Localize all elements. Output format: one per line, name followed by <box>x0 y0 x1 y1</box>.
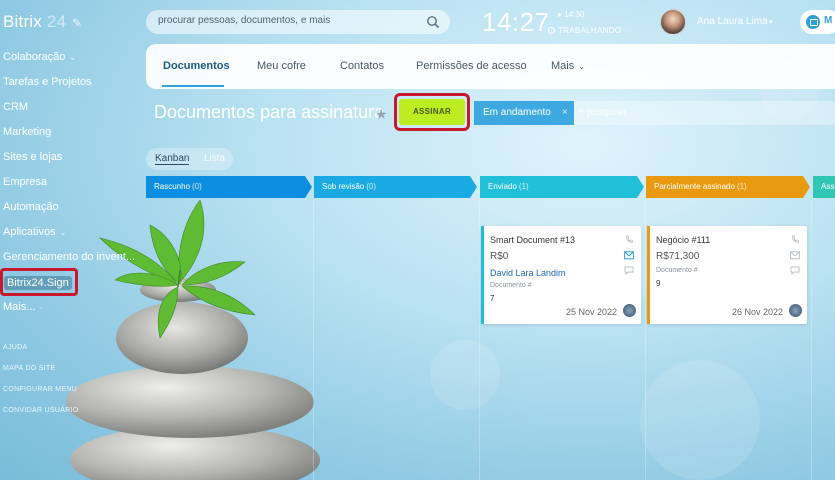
chat-icon[interactable] <box>624 266 634 275</box>
invite-user-link[interactable]: CONVIDAR USUÁRIO <box>3 407 79 414</box>
search-input[interactable] <box>158 15 418 26</box>
documents-tabs: Documentos Meu cofre Contatos Permissões… <box>146 44 835 89</box>
phone-icon[interactable] <box>624 235 634 244</box>
background-bokeh <box>640 360 760 480</box>
chevron-down-icon[interactable]: ▾ <box>769 18 773 26</box>
column-divider <box>479 200 480 480</box>
card-accent-bar <box>481 226 484 324</box>
left-sidebar: Bitrix 24 ✎ Colaboração ⌄ Tarefas e Proje… <box>0 0 140 480</box>
sidebar-more[interactable]: Mais... - <box>3 301 42 313</box>
page-title: Documentos para assinatura <box>154 102 385 122</box>
search-icon[interactable] <box>426 15 440 29</box>
filter-chip-em-andamento[interactable]: Em andamento × <box>474 101 574 125</box>
sidebar-item-aplicativos[interactable]: Aplicativos ⌄ <box>3 226 66 238</box>
sign-button[interactable]: ASSINAR <box>399 99 465 125</box>
column-divider <box>645 200 646 480</box>
stage-sob-revisao[interactable]: Sob revisão (0) <box>314 176 477 198</box>
tab-contatos[interactable]: Contatos <box>340 60 384 72</box>
avatar[interactable] <box>623 304 636 317</box>
avatar[interactable] <box>789 304 802 317</box>
card-amount: R$71,300 <box>656 251 700 262</box>
tab-permissoes[interactable]: Permissões de acesso <box>416 60 527 72</box>
column-divider <box>313 200 314 480</box>
sidebar-item-inventario[interactable]: Gerenciamento do invent... <box>3 251 135 263</box>
sidebar-item-crm[interactable]: CRM <box>3 101 28 113</box>
chat-icon[interactable] <box>790 266 800 275</box>
stage-assinado[interactable]: Assi <box>813 176 835 198</box>
filter-search-input[interactable]: + pesquisa <box>578 107 627 118</box>
close-icon[interactable]: × <box>562 101 568 125</box>
app-logo[interactable]: Bitrix 24 <box>3 12 66 32</box>
card-date: 25 Nov 2022 <box>565 307 617 317</box>
mail-icon[interactable] <box>790 251 800 260</box>
messenger-button[interactable]: M <box>800 10 835 34</box>
global-search[interactable] <box>146 10 450 34</box>
card-date: 26 Nov 2022 <box>731 307 783 317</box>
configure-menu-link[interactable]: CONFIGURAR MENU <box>3 386 77 393</box>
sidebar-item-sites[interactable]: Sites e lojas <box>3 151 62 163</box>
help-link[interactable]: AJUDA <box>3 344 27 351</box>
avatar[interactable] <box>660 9 686 35</box>
card-accent-bar <box>647 226 650 324</box>
edit-logo-icon[interactable]: ✎ <box>72 16 82 30</box>
column-divider <box>811 200 812 480</box>
chevron-down-icon: ⌄ <box>59 228 67 237</box>
card-person-link[interactable]: David Lara Landim <box>490 268 566 278</box>
active-tab-underline <box>162 85 224 87</box>
view-list[interactable]: Lista <box>204 153 225 164</box>
tab-documentos[interactable]: Documentos <box>163 60 230 72</box>
kanban-card-smart-document[interactable]: Smart Document #13 R$0 David Lara Landim… <box>481 226 641 324</box>
sidebar-item-empresa[interactable]: Empresa <box>3 176 47 188</box>
card-title[interactable]: Negócio #111 <box>656 235 710 245</box>
view-kanban[interactable]: Kanban <box>155 153 190 165</box>
clock-time: 14:27 <box>482 7 550 37</box>
clock-small-time: ▸ 14:30 <box>558 10 585 19</box>
sidebar-item-tarefas[interactable]: Tarefas e Projetos <box>3 76 92 88</box>
card-amount: R$0 <box>490 251 509 262</box>
clock-icon <box>548 27 555 34</box>
chevron-down-icon: ⌄ <box>578 62 585 71</box>
card-doc-label: Documento # <box>490 282 532 289</box>
background-bokeh <box>430 340 500 410</box>
kanban-card-negocio[interactable]: Negócio #111 R$71,300 Documento # 9 26 N… <box>647 226 807 324</box>
filter-search-box[interactable]: Em andamento × + pesquisa <box>474 101 835 125</box>
sidebar-item-bitrix24-sign[interactable]: Bitrix24.Sign <box>4 276 72 290</box>
chevron-down-icon: ⌄ <box>69 53 77 62</box>
sitemap-link[interactable]: MAPA DO SITE <box>3 365 55 372</box>
card-doc-number: 9 <box>656 279 661 288</box>
card-title[interactable]: Smart Document #13 <box>490 235 575 245</box>
messenger-icon <box>806 15 820 29</box>
stage-rascunho[interactable]: Rascunho (0) <box>146 176 312 198</box>
mail-icon[interactable] <box>624 251 634 260</box>
phone-icon[interactable] <box>790 235 800 244</box>
view-toggle: Kanban Lista <box>146 148 233 170</box>
star-icon[interactable]: ★ <box>375 106 388 123</box>
user-name[interactable]: Ana Laura Lima <box>697 16 768 27</box>
tab-meu-cofre[interactable]: Meu cofre <box>257 60 306 72</box>
stage-parcialmente-assinado[interactable]: Parcialmente assinado (1) <box>646 176 810 198</box>
work-status[interactable]: TRABALHANDO <box>548 26 621 35</box>
card-doc-label: Documento # <box>656 267 698 274</box>
sidebar-item-marketing[interactable]: Marketing <box>3 126 51 138</box>
card-doc-number: 7 <box>490 294 495 303</box>
stage-enviado[interactable]: Enviado (1) <box>480 176 644 198</box>
tab-mais[interactable]: Mais ⌄ <box>551 60 585 72</box>
sidebar-item-colaboracao[interactable]: Colaboração ⌄ <box>3 51 76 63</box>
sidebar-item-automacao[interactable]: Automação <box>3 201 59 213</box>
